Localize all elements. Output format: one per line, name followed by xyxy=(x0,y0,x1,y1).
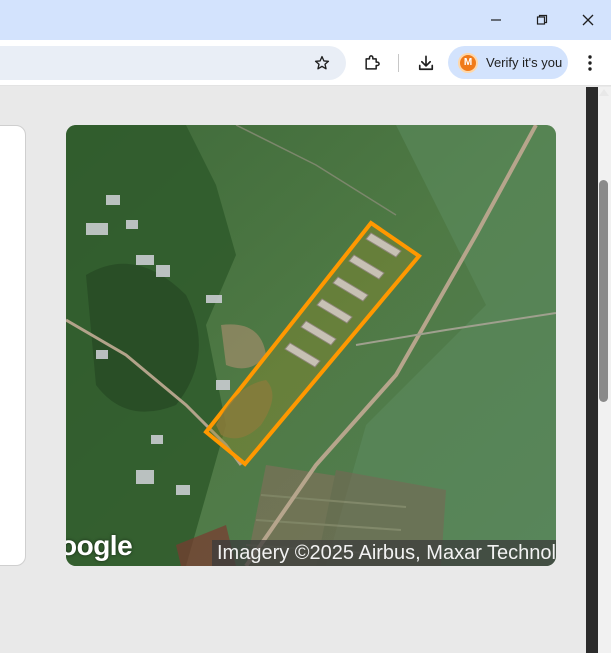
close-icon xyxy=(582,14,594,26)
download-icon xyxy=(418,55,434,71)
left-panel-card xyxy=(0,125,26,566)
page-scrollbar[interactable] xyxy=(586,87,611,653)
extensions-button[interactable] xyxy=(356,47,388,79)
page-content: oogle Imagery ©2025 Airbus, Maxar Techno… xyxy=(0,87,586,653)
satellite-map[interactable]: oogle Imagery ©2025 Airbus, Maxar Techno… xyxy=(66,125,556,566)
restore-icon xyxy=(536,14,548,25)
profile-avatar: M xyxy=(458,52,478,73)
scroll-up-arrow-icon[interactable] xyxy=(599,89,609,96)
star-icon xyxy=(314,55,330,70)
browser-menu-button[interactable] xyxy=(574,47,606,79)
satellite-imagery xyxy=(66,125,556,566)
puzzle-icon xyxy=(365,55,380,70)
scroll-thumb[interactable] xyxy=(599,180,608,402)
address-bar[interactable] xyxy=(0,46,346,80)
downloads-button[interactable] xyxy=(410,47,442,79)
google-logo: oogle xyxy=(66,530,133,561)
profile-verify-chip[interactable]: M Verify it's you xyxy=(448,46,568,79)
minimize-button[interactable] xyxy=(473,0,519,40)
profile-label: Verify it's you xyxy=(486,55,563,70)
map-attribution: Imagery ©2025 Airbus, Maxar Technologies xyxy=(212,540,556,566)
close-button[interactable] xyxy=(565,0,611,40)
toolbar-divider xyxy=(398,54,399,72)
kebab-menu-icon xyxy=(588,55,592,71)
minimize-icon xyxy=(491,19,501,21)
bookmark-star-button[interactable] xyxy=(306,47,338,79)
title-bar xyxy=(0,0,611,40)
restore-button[interactable] xyxy=(519,0,565,40)
